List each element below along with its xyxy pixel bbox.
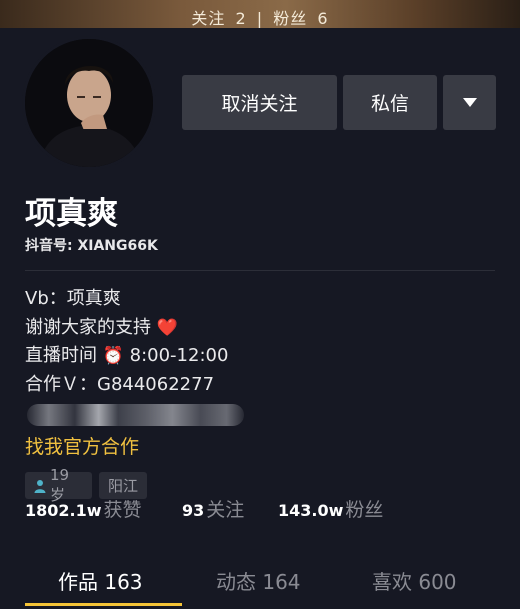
- likes-label: 获赞: [103, 499, 142, 521]
- avatar[interactable]: [22, 36, 156, 170]
- avatar-photo: [25, 39, 153, 167]
- profile-cover: 关注 2 | 粉丝 6: [0, 0, 520, 28]
- official-cooperation-link[interactable]: 找我官方合作: [25, 432, 139, 459]
- cover-following-count: 2: [235, 9, 247, 28]
- bio-line-weibo: Vb：项真爽: [25, 288, 121, 309]
- alarm-clock-icon: ⏰: [102, 346, 124, 366]
- active-tab-indicator: [25, 603, 182, 606]
- bio-live-prefix: 直播时间: [25, 345, 97, 366]
- profile-name: 项真爽: [25, 196, 118, 232]
- divider: [25, 270, 495, 271]
- message-button[interactable]: 私信: [343, 75, 437, 130]
- bio-line-cooperation: 合作Ｖ：G844062277: [25, 374, 215, 395]
- following-label: 关注: [206, 499, 245, 521]
- tab-dynamics[interactable]: 动态 164: [216, 566, 301, 595]
- unfollow-button[interactable]: 取消关注: [182, 75, 337, 130]
- stat-fans[interactable]: 143.0w 粉丝: [278, 495, 383, 522]
- cover-stats: 关注 2 | 粉丝 6: [0, 5, 520, 29]
- person-icon: [34, 479, 46, 493]
- douyin-id: 抖音号: XIANG66K: [25, 238, 158, 254]
- blurred-text: [27, 404, 244, 426]
- cover-fans-count: 6: [317, 9, 329, 28]
- profile-panel: 取消关注 私信 项真爽 抖音号: XIANG66K Vb：项真爽 谢谢大家的支持…: [0, 28, 520, 609]
- stat-following[interactable]: 93 关注: [182, 495, 244, 522]
- stat-likes: 1802.1w 获赞: [25, 495, 142, 522]
- more-options-button[interactable]: [443, 75, 496, 130]
- fans-count: 143.0w: [278, 501, 344, 520]
- likes-count: 1802.1w: [25, 501, 102, 520]
- bio-line-live-time: 直播时间 ⏰ 8:00-12:00: [25, 344, 228, 368]
- cover-separator: |: [256, 9, 264, 28]
- heart-icon: ❤️: [156, 318, 178, 338]
- bio-live-time: 8:00-12:00: [129, 345, 229, 366]
- fans-label: 粉丝: [345, 499, 384, 521]
- cover-following-label: 关注: [191, 9, 226, 28]
- following-count: 93: [182, 501, 205, 520]
- tab-likes[interactable]: 喜欢 600: [372, 566, 457, 595]
- tab-works[interactable]: 作品 163: [58, 566, 143, 595]
- chevron-down-icon: [462, 98, 477, 107]
- bio-thanks-text: 谢谢大家的支持: [25, 317, 151, 338]
- bio-line-thanks: 谢谢大家的支持 ❤️: [25, 316, 178, 340]
- cover-fans-label: 粉丝: [273, 9, 308, 28]
